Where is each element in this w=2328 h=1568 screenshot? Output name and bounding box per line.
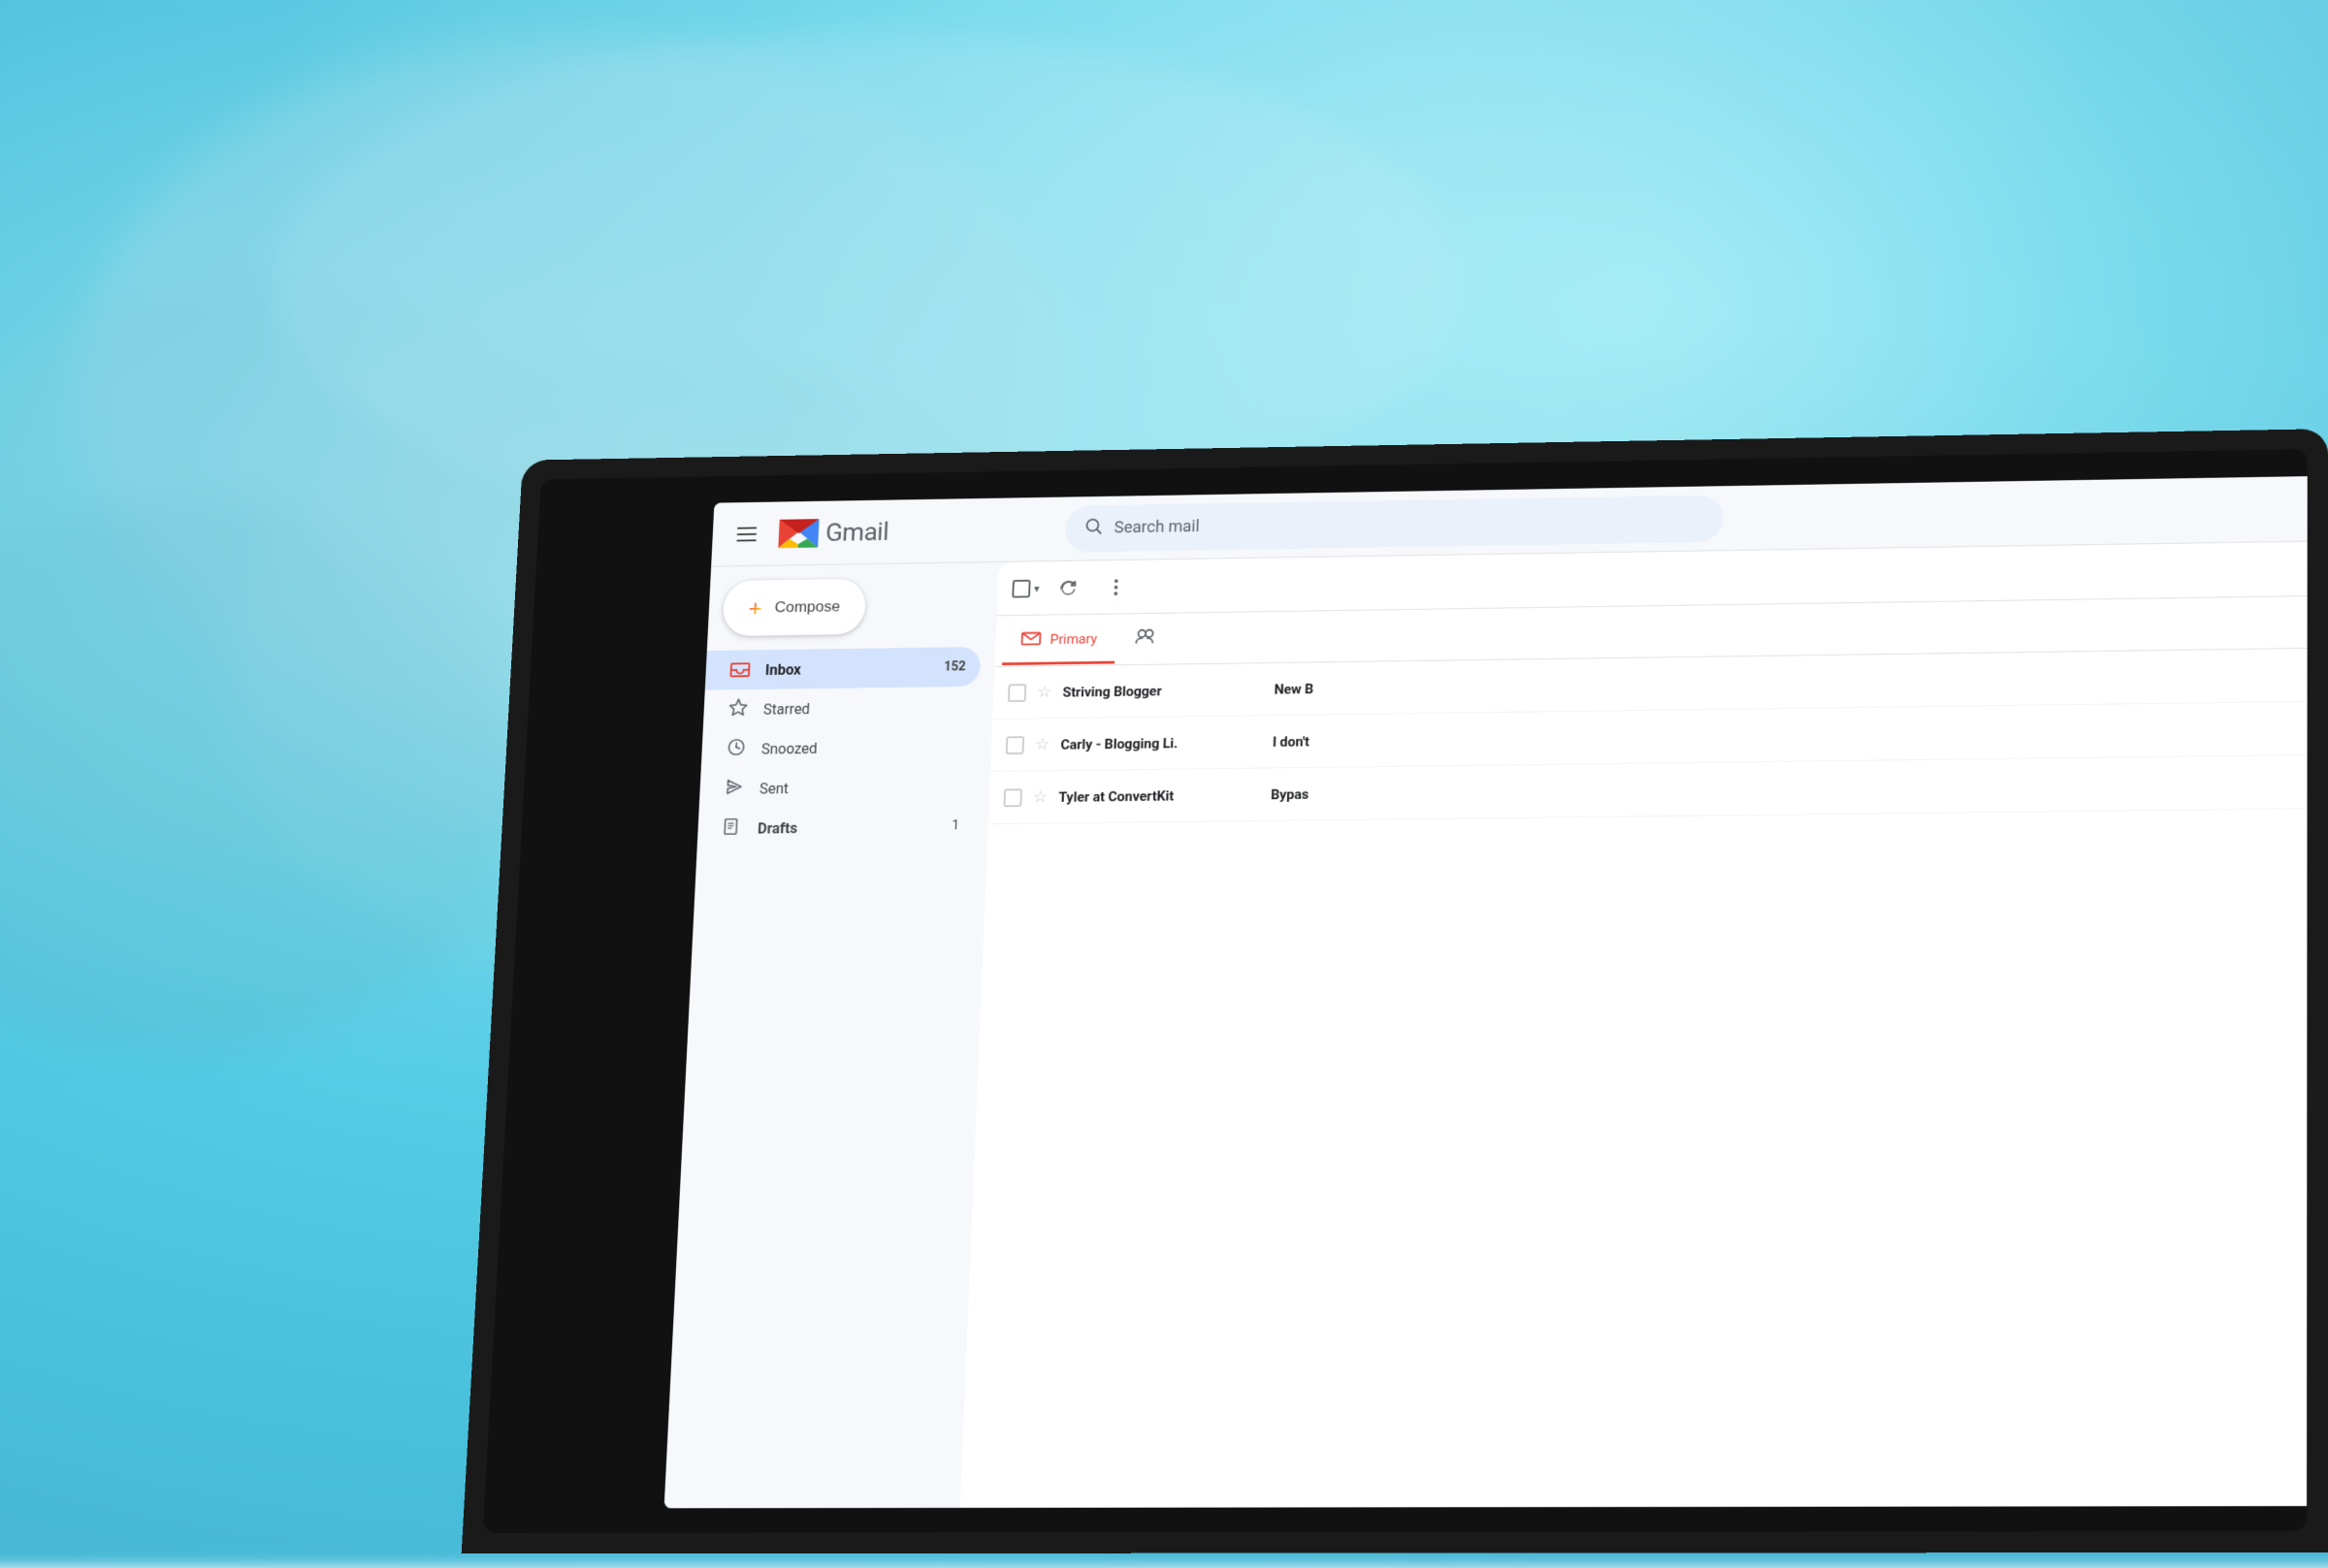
- email-preview-text-1: New B: [1274, 681, 1313, 697]
- email-sender-3: Tyler at ConvertKit: [1058, 786, 1260, 805]
- hamburger-line-1: [737, 527, 757, 528]
- email-star-1[interactable]: ☆: [1037, 683, 1052, 702]
- tab-social[interactable]: Social: [1115, 614, 1175, 665]
- sidebar-item-snoozed[interactable]: Snoozed: [701, 726, 978, 770]
- email-checkbox-3[interactable]: [1003, 788, 1022, 807]
- gmail-main: + Compose Inbox 152: [664, 541, 2308, 1508]
- email-preview-text-2: I don't: [1273, 733, 1310, 750]
- gmail-sidebar: + Compose Inbox 152: [664, 562, 999, 1508]
- email-preview-text-3: Bypas: [1271, 785, 1310, 802]
- email-preview-2: I don't: [1273, 720, 2302, 750]
- sidebar-item-starred[interactable]: Starred: [703, 687, 980, 730]
- checkbox-icon: [1012, 579, 1030, 597]
- screen-bezel: Gmail Search mail: [483, 449, 2308, 1533]
- hamburger-menu-button[interactable]: [727, 514, 768, 554]
- select-all-checkbox[interactable]: ▾: [1012, 579, 1040, 597]
- search-bar[interactable]: Search mail: [1064, 495, 1723, 552]
- star-icon: [727, 697, 749, 721]
- sidebar-item-drafts[interactable]: Drafts 1: [697, 806, 975, 848]
- primary-tab-icon: [1020, 628, 1041, 650]
- hamburger-line-2: [737, 532, 757, 534]
- drafts-icon: [721, 816, 744, 841]
- gmail-interface: Gmail Search mail: [664, 476, 2308, 1508]
- hamburger-line-3: [736, 539, 756, 541]
- header-left: Gmail: [727, 509, 1052, 554]
- sidebar-starred-label: Starred: [763, 700, 811, 718]
- tab-primary[interactable]: Primary: [1002, 615, 1116, 665]
- email-checkbox-1[interactable]: [1008, 684, 1026, 702]
- email-sender-2: Carly - Blogging Li.: [1060, 733, 1262, 752]
- sidebar-item-sent[interactable]: Sent: [699, 766, 977, 810]
- send-icon: [723, 777, 746, 801]
- sidebar-inbox-badge: 152: [944, 659, 966, 674]
- refresh-icon: [1059, 579, 1078, 597]
- sidebar-sent-label: Sent: [760, 780, 790, 797]
- gmail-wordmark: Gmail: [824, 517, 889, 547]
- compose-plus-icon: +: [748, 596, 762, 620]
- more-options-button[interactable]: [1097, 568, 1135, 605]
- social-tab-icon: [1133, 626, 1155, 650]
- sidebar-snoozed-label: Snoozed: [761, 739, 818, 756]
- laptop-frame: Gmail Search mail: [462, 429, 2328, 1553]
- search-placeholder: Search mail: [1114, 517, 1200, 537]
- clock-icon: [725, 737, 748, 761]
- primary-tab-label: Primary: [1050, 630, 1097, 647]
- inbox-icon: [728, 658, 751, 681]
- sidebar-drafts-badge: 1: [952, 818, 959, 833]
- refresh-button[interactable]: [1050, 569, 1087, 606]
- gmail-m-logo: [775, 515, 824, 551]
- sidebar-item-inbox[interactable]: Inbox 152: [705, 647, 982, 690]
- sidebar-drafts-label: Drafts: [758, 819, 798, 837]
- more-icon: [1113, 578, 1117, 596]
- email-preview-1: New B: [1274, 666, 2301, 697]
- compose-button[interactable]: + Compose: [722, 579, 866, 636]
- select-dropdown-icon: ▾: [1034, 582, 1040, 594]
- email-preview-3: Bypas: [1271, 774, 2302, 803]
- email-sender-1: Striving Blogger: [1062, 681, 1263, 700]
- email-star-3[interactable]: ☆: [1032, 787, 1048, 807]
- email-star-2[interactable]: ☆: [1035, 735, 1051, 754]
- sidebar-inbox-label: Inbox: [765, 660, 802, 678]
- compose-label: Compose: [774, 597, 840, 616]
- gmail-logo: Gmail: [775, 514, 889, 552]
- email-checkbox-2[interactable]: [1006, 736, 1024, 754]
- email-list-area: ▾: [960, 541, 2308, 1507]
- search-icon: [1083, 516, 1104, 541]
